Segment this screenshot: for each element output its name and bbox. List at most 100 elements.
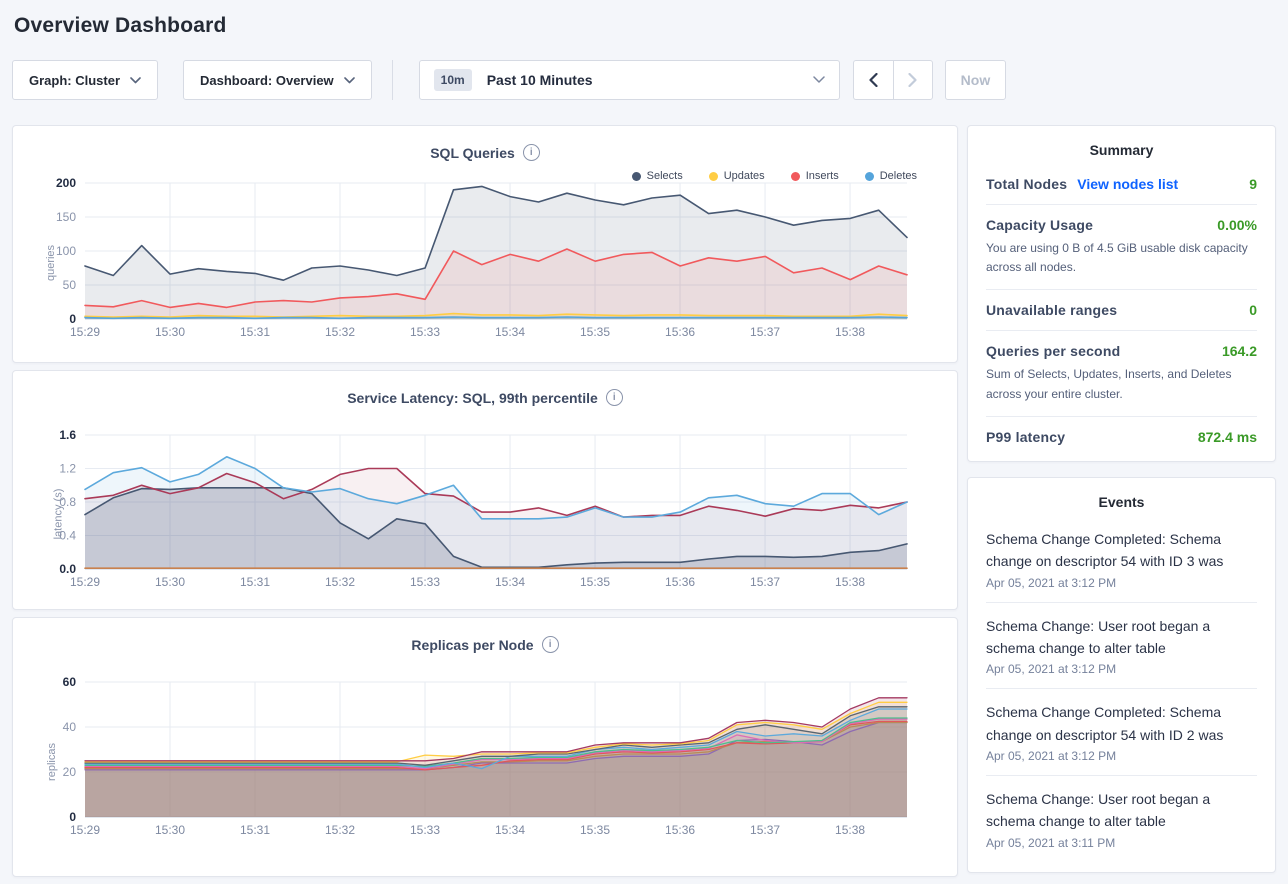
events-panel: Events Schema Change Completed: Schema c…	[967, 477, 1276, 873]
svg-text:15:31: 15:31	[240, 575, 270, 589]
svg-text:100: 100	[56, 244, 76, 258]
qps-desc: Sum of Selects, Updates, Inserts, and De…	[986, 365, 1257, 403]
p99-latency-value: 872.4 ms	[1198, 429, 1257, 445]
svg-text:20: 20	[63, 765, 77, 779]
svg-text:15:29: 15:29	[70, 823, 100, 837]
legend-dot	[791, 172, 800, 181]
svg-text:15:33: 15:33	[410, 575, 440, 589]
legend-label: Updates	[724, 170, 765, 182]
svg-text:50: 50	[63, 278, 77, 292]
event-list-item: Schema Change Completed: Schema change o…	[986, 689, 1257, 776]
p99-latency-label: P99 latency	[986, 429, 1065, 445]
qps-label: Queries per second	[986, 343, 1120, 359]
svg-text:15:30: 15:30	[155, 575, 185, 589]
event-list-item: Schema Change: User root began a schema …	[986, 776, 1257, 862]
legend-label: Selects	[647, 170, 683, 182]
svg-text:0.0: 0.0	[59, 562, 76, 576]
legend-dot	[865, 172, 874, 181]
svg-text:15:36: 15:36	[665, 325, 695, 339]
event-timestamp: Apr 05, 2021 at 3:11 PM	[986, 836, 1257, 850]
time-prev-button[interactable]	[853, 60, 893, 100]
legend-label: Inserts	[806, 170, 839, 182]
info-icon[interactable]: i	[523, 144, 540, 161]
svg-text:15:38: 15:38	[835, 823, 865, 837]
summary-row-total-nodes: Total Nodes View nodes list 9	[986, 164, 1257, 205]
qps-value: 164.2	[1222, 343, 1257, 359]
y-axis-unit-label: latency (s)	[52, 489, 64, 540]
summary-row-unavailable-ranges: Unavailable ranges 0	[986, 290, 1257, 331]
summary-title: Summary	[986, 126, 1257, 164]
dashboard-dropdown[interactable]: Dashboard: Overview	[183, 60, 372, 100]
summary-row-qps: Queries per second 164.2 Sum of Selects,…	[986, 331, 1257, 416]
capacity-usage-label: Capacity Usage	[986, 217, 1093, 233]
svg-text:15:38: 15:38	[835, 325, 865, 339]
svg-text:15:37: 15:37	[750, 823, 780, 837]
event-text: Schema Change: User root began a schema …	[986, 615, 1257, 660]
page-title: Overview Dashboard	[12, 0, 1276, 38]
svg-text:15:38: 15:38	[835, 575, 865, 589]
event-text: Schema Change: User root began a schema …	[986, 788, 1257, 833]
total-nodes-label: Total Nodes	[986, 176, 1067, 192]
sql-queries-panel: SQL Queries i Selects Updates Inserts	[12, 125, 958, 363]
chevron-down-icon	[813, 76, 825, 84]
svg-text:15:35: 15:35	[580, 823, 610, 837]
charts-column: SQL Queries i Selects Updates Inserts	[12, 125, 958, 884]
svg-text:15:33: 15:33	[410, 823, 440, 837]
replicas-per-node-chart[interactable]: 020406015:2915:3015:3115:3215:3315:3415:…	[85, 682, 907, 841]
dashboard-dropdown-label: Dashboard: Overview	[200, 73, 334, 88]
chart-legend: Selects Updates Inserts Deletes	[632, 170, 917, 182]
time-range-badge: 10m	[434, 69, 472, 91]
sidebar-column: Summary Total Nodes View nodes list 9 Ca…	[967, 125, 1276, 873]
svg-text:60: 60	[63, 675, 77, 689]
svg-text:15:32: 15:32	[325, 823, 355, 837]
time-next-button[interactable]	[893, 60, 933, 100]
summary-panel: Summary Total Nodes View nodes list 9 Ca…	[967, 125, 1276, 462]
service-latency-panel: Service Latency: SQL, 99th percentile i …	[12, 370, 958, 610]
svg-text:0: 0	[69, 312, 76, 326]
time-range-selector[interactable]: 10m Past 10 Minutes	[419, 60, 840, 100]
graph-scope-label: Graph: Cluster	[29, 73, 120, 88]
chevron-down-icon	[344, 77, 355, 84]
summary-row-capacity: Capacity Usage 0.00% You are using 0 B o…	[986, 205, 1257, 290]
unavailable-ranges-value: 0	[1249, 302, 1257, 318]
event-timestamp: Apr 05, 2021 at 3:12 PM	[986, 576, 1257, 590]
chart-title: Service Latency: SQL, 99th percentile	[347, 390, 598, 406]
svg-text:15:30: 15:30	[155, 325, 185, 339]
time-step-buttons	[853, 60, 933, 100]
chevron-down-icon	[130, 77, 141, 84]
chart-title: SQL Queries	[430, 145, 515, 161]
svg-text:15:33: 15:33	[410, 325, 440, 339]
event-text: Schema Change Completed: Schema change o…	[986, 528, 1257, 573]
svg-text:200: 200	[56, 176, 76, 190]
svg-text:0: 0	[69, 810, 76, 824]
svg-text:15:29: 15:29	[70, 325, 100, 339]
legend-item: Deletes	[865, 170, 917, 182]
view-nodes-list-link[interactable]: View nodes list	[1077, 176, 1178, 192]
service-latency-chart[interactable]: 0.00.40.81.21.615:2915:3015:3115:3215:33…	[85, 435, 907, 593]
svg-text:1.2: 1.2	[59, 462, 76, 476]
svg-text:15:31: 15:31	[240, 325, 270, 339]
event-timestamp: Apr 05, 2021 at 3:12 PM	[986, 662, 1257, 676]
capacity-usage-desc: You are using 0 B of 4.5 GiB usable disk…	[986, 239, 1257, 277]
dashboard-controls: Graph: Cluster Dashboard: Overview 10m P…	[12, 60, 1276, 100]
total-nodes-value: 9	[1249, 176, 1257, 192]
info-icon[interactable]: i	[542, 636, 559, 653]
sql-queries-chart[interactable]: 05010015020015:2915:3015:3115:3215:3315:…	[85, 183, 907, 343]
svg-text:15:34: 15:34	[495, 823, 525, 837]
capacity-usage-value: 0.00%	[1217, 217, 1257, 233]
now-button[interactable]: Now	[945, 60, 1007, 100]
info-icon[interactable]: i	[606, 389, 623, 406]
time-range-label: Past 10 Minutes	[487, 72, 593, 88]
graph-scope-dropdown[interactable]: Graph: Cluster	[12, 60, 158, 100]
svg-text:150: 150	[56, 210, 76, 224]
svg-text:15:31: 15:31	[240, 823, 270, 837]
event-list-item: Schema Change: User root began a schema …	[986, 603, 1257, 690]
svg-text:1.6: 1.6	[59, 428, 76, 442]
svg-text:15:36: 15:36	[665, 575, 695, 589]
svg-text:15:34: 15:34	[495, 575, 525, 589]
event-timestamp: Apr 05, 2021 at 3:12 PM	[986, 749, 1257, 763]
replicas-per-node-panel: Replicas per Node i replicas 020406015:2…	[12, 617, 958, 877]
legend-label: Deletes	[880, 170, 917, 182]
svg-text:40: 40	[63, 720, 77, 734]
svg-text:15:37: 15:37	[750, 575, 780, 589]
